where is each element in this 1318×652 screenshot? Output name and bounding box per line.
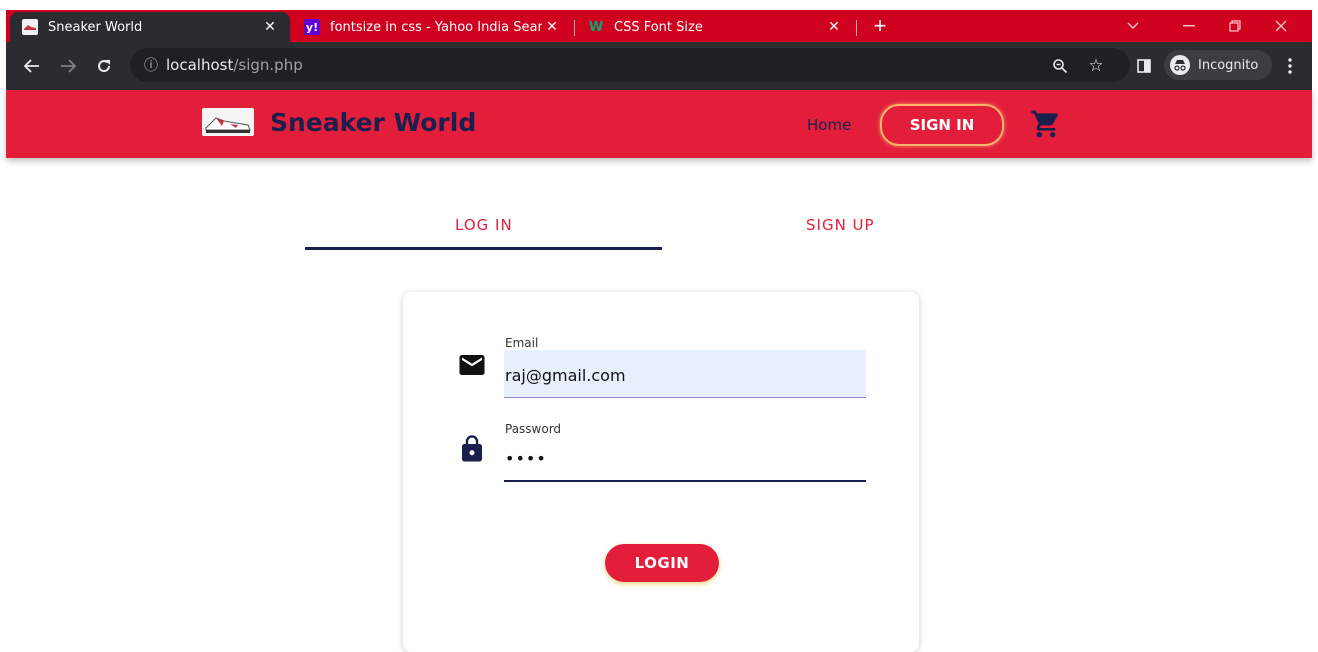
url-path: /sign.php	[233, 56, 303, 74]
tab-sign-up[interactable]: SIGN UP	[806, 216, 875, 234]
cropped-heading-fragment	[0, 0, 1318, 10]
nav-sign-in-button[interactable]: SIGN IN	[880, 104, 1004, 146]
tab-log-in[interactable]: LOG IN	[455, 216, 513, 234]
tab-title: Sneaker World	[48, 19, 143, 35]
site-info-icon[interactable]: ⓘ	[144, 55, 158, 75]
nav-home-link[interactable]: Home	[807, 116, 851, 134]
browser-toolbar: ⓘ localhost/sign.php ☆ Incognito	[6, 42, 1312, 90]
w3schools-favicon-icon: W	[588, 19, 604, 35]
url-text: localhost/sign.php	[166, 56, 303, 74]
lock-icon	[457, 434, 487, 464]
tab-title: fontsize in css - Yahoo India Sear	[330, 19, 542, 35]
side-panel-icon[interactable]	[1130, 52, 1158, 80]
close-window-icon[interactable]	[1258, 12, 1304, 40]
active-tab-indicator	[305, 247, 662, 250]
password-field[interactable]: ••••	[504, 434, 866, 482]
cart-icon[interactable]	[1030, 108, 1062, 140]
tab-search-icon[interactable]	[1110, 12, 1156, 40]
yahoo-favicon-icon: y!	[304, 19, 320, 35]
tab-separator	[574, 20, 575, 36]
browser-tab-strip: Sneaker World ✕ y! fontsize in css - Yah…	[6, 10, 1312, 42]
envelope-icon	[457, 350, 487, 380]
tab-close-icon[interactable]: ✕	[824, 19, 844, 35]
tab-title: CSS Font Size	[614, 19, 703, 35]
new-tab-button[interactable]: +	[866, 12, 894, 40]
bookmark-star-icon[interactable]: ☆	[1082, 52, 1110, 80]
url-host: localhost	[166, 56, 234, 74]
restore-icon[interactable]	[1212, 12, 1258, 40]
incognito-icon	[1170, 55, 1190, 75]
reload-icon[interactable]	[90, 52, 118, 80]
brand-name[interactable]: Sneaker World	[270, 108, 476, 137]
minimize-icon[interactable]	[1166, 12, 1212, 40]
tab-yahoo-search[interactable]: y! fontsize in css - Yahoo India Sear ✕	[292, 12, 572, 42]
forward-icon[interactable]	[54, 52, 82, 80]
email-label: Email	[505, 336, 539, 350]
site-navbar: Sneaker World Home SIGN IN	[6, 90, 1312, 158]
tab-separator	[856, 20, 857, 36]
incognito-label: Incognito	[1198, 57, 1259, 73]
login-button[interactable]: LOGIN	[605, 544, 719, 582]
tab-css-font-size[interactable]: W CSS Font Size ✕	[576, 12, 854, 42]
menu-kebab-icon[interactable]	[1276, 52, 1304, 80]
sneaker-favicon-icon	[22, 19, 38, 35]
email-field[interactable]: raj@gmail.com	[504, 350, 866, 398]
incognito-badge[interactable]: Incognito	[1164, 50, 1273, 80]
sneaker-logo-icon[interactable]	[202, 108, 254, 136]
address-bar[interactable]: ⓘ localhost/sign.php	[130, 48, 1130, 82]
back-icon[interactable]	[18, 52, 46, 80]
login-card: Email raj@gmail.com Password •••• LOGIN	[403, 292, 919, 652]
zoom-icon[interactable]	[1046, 52, 1074, 80]
tab-sneaker-world[interactable]: Sneaker World ✕	[10, 12, 290, 42]
tab-close-icon[interactable]: ✕	[260, 19, 280, 35]
tab-close-icon[interactable]: ✕	[542, 19, 562, 35]
